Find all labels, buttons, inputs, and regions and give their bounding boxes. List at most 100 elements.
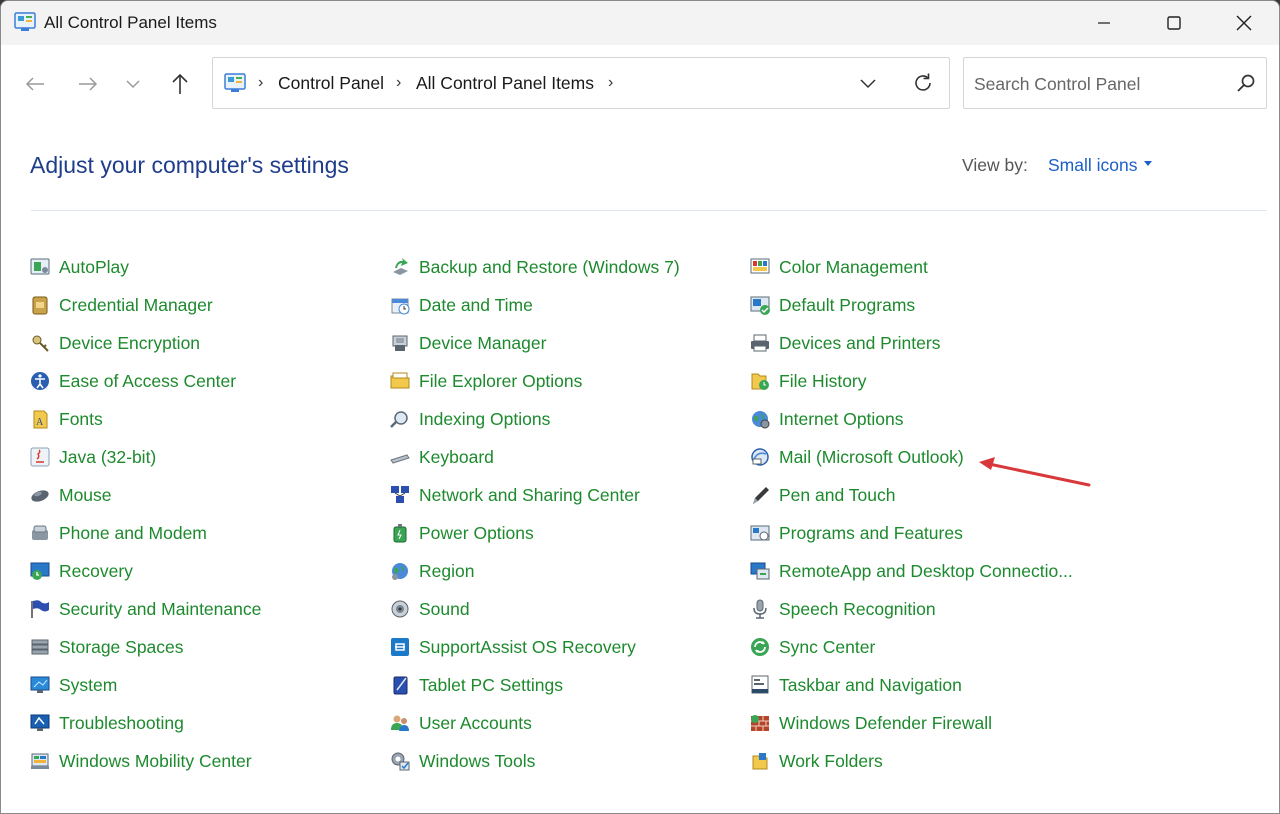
item-label: Date and Time <box>419 294 533 315</box>
item-label: Programs and Features <box>779 522 963 543</box>
item-label: File History <box>779 370 867 391</box>
control-panel-item[interactable]: Windows Mobility Center <box>29 742 389 780</box>
control-panel-item[interactable]: Keyboard <box>389 438 749 476</box>
control-panel-item[interactable]: Power Options <box>389 514 749 552</box>
control-panel-icon <box>14 12 36 31</box>
search-input[interactable] <box>974 71 1224 97</box>
fonts-icon: A <box>33 410 48 429</box>
control-panel-item[interactable]: Work Folders <box>749 742 1109 780</box>
item-label: Power Options <box>419 522 534 543</box>
control-panel-items: AutoPlay Credential Manager Device Encrypt… <box>1 248 1279 788</box>
navigation-bar: › Control Panel › All Control Panel Item… <box>1 45 1279 121</box>
control-panel-window: All Control Panel Items › Control Panel … <box>0 0 1280 814</box>
breadcrumb-separator-icon[interactable]: › <box>258 74 263 92</box>
control-panel-item[interactable]: File Explorer Options <box>389 362 749 400</box>
minimize-button[interactable] <box>1069 1 1139 45</box>
control-panel-icon <box>224 73 246 92</box>
item-label: RemoteApp and Desktop Connectio... <box>779 560 1073 581</box>
network-icon <box>391 486 409 503</box>
item-label: SupportAssist OS Recovery <box>419 636 636 657</box>
control-panel-item[interactable]: Phone and Modem <box>29 514 389 552</box>
pen-icon <box>753 487 769 504</box>
control-panel-item[interactable]: Default Programs <box>749 286 1109 324</box>
control-panel-item[interactable]: Recovery <box>29 552 389 590</box>
control-panel-item[interactable]: Date and Time <box>389 286 749 324</box>
control-panel-item[interactable]: System <box>29 666 389 704</box>
item-label: File Explorer Options <box>419 370 583 391</box>
title-bar[interactable]: All Control Panel Items <box>1 1 1279 45</box>
internet-options-icon <box>752 411 770 429</box>
file-history-icon <box>751 373 769 390</box>
troubleshooting-icon <box>30 714 50 731</box>
remoteapp-icon <box>750 562 770 580</box>
control-panel-item[interactable]: Color Management <box>749 248 1109 286</box>
user-accounts-icon <box>391 715 409 731</box>
control-panel-item[interactable]: Sync Center <box>749 628 1109 666</box>
item-label: Security and Maintenance <box>59 598 262 619</box>
region-globe-icon <box>392 563 408 580</box>
item-label: Work Folders <box>779 750 883 771</box>
item-label: Default Programs <box>779 294 916 315</box>
item-label: Device Manager <box>419 332 547 353</box>
arrow-up-icon <box>172 73 188 94</box>
backup-restore-icon <box>393 258 408 275</box>
control-panel-item[interactable]: Speech Recognition <box>749 590 1109 628</box>
control-panel-item[interactable]: SupportAssist OS Recovery <box>389 628 749 666</box>
forward-button[interactable] <box>71 67 105 101</box>
item-label: Windows Defender Firewall <box>779 712 992 733</box>
control-panel-item[interactable]: Java (32-bit) <box>29 438 389 476</box>
java-icon <box>30 447 50 467</box>
control-panel-item[interactable]: Windows Defender Firewall <box>749 704 1109 742</box>
control-panel-item[interactable]: Device Encryption <box>29 324 389 362</box>
microphone-icon <box>753 599 767 619</box>
address-bar[interactable]: › Control Panel › All Control Panel Item… <box>212 57 950 109</box>
control-panel-item[interactable]: Devices and Printers <box>749 324 1109 362</box>
item-label: Internet Options <box>779 408 904 429</box>
control-panel-item[interactable]: Region <box>389 552 749 590</box>
caret-down-icon[interactable] <box>1144 161 1152 166</box>
control-panel-item[interactable]: Credential Manager <box>29 286 389 324</box>
control-panel-item[interactable]: Programs and Features <box>749 514 1109 552</box>
control-panel-item[interactable]: A Fonts <box>29 400 389 438</box>
control-panel-item[interactable]: User Accounts <box>389 704 749 742</box>
taskbar-icon <box>751 675 769 694</box>
up-button[interactable] <box>163 67 197 101</box>
maximize-button[interactable] <box>1139 1 1209 45</box>
control-panel-item[interactable]: Windows Tools <box>389 742 749 780</box>
control-panel-item[interactable]: Backup and Restore (Windows 7) <box>389 248 749 286</box>
item-label: Ease of Access Center <box>59 370 237 391</box>
mail-icon <box>751 448 769 466</box>
control-panel-item[interactable]: File History <box>749 362 1109 400</box>
control-panel-item[interactable]: Storage Spaces <box>29 628 389 666</box>
control-panel-item[interactable]: Mouse <box>29 476 389 514</box>
control-panel-item[interactable]: Ease of Access Center <box>29 362 389 400</box>
refresh-icon[interactable] <box>911 71 935 95</box>
breadcrumb-control-panel[interactable]: Control Panel <box>278 73 384 94</box>
control-panel-item[interactable]: Device Manager <box>389 324 749 362</box>
header-divider <box>31 210 1267 211</box>
item-label: Color Management <box>779 256 928 277</box>
breadcrumb-separator-icon[interactable]: › <box>396 74 401 92</box>
control-panel-item[interactable]: Indexing Options <box>389 400 749 438</box>
control-panel-item[interactable]: AutoPlay <box>29 248 389 286</box>
control-panel-item[interactable]: Troubleshooting <box>29 704 389 742</box>
ease-of-access-icon <box>31 372 49 390</box>
close-button[interactable] <box>1209 1 1279 45</box>
control-panel-item[interactable]: Taskbar and Navigation <box>749 666 1109 704</box>
view-by-dropdown[interactable]: Small icons <box>1048 155 1137 176</box>
chevron-down-icon[interactable] <box>857 72 879 94</box>
window-title: All Control Panel Items <box>44 13 217 32</box>
programs-features-icon <box>750 525 770 541</box>
control-panel-item[interactable]: RemoteApp and Desktop Connectio... <box>749 552 1109 590</box>
control-panel-item[interactable]: Tablet PC Settings <box>389 666 749 704</box>
control-panel-item[interactable]: Network and Sharing Center <box>389 476 749 514</box>
search-box[interactable] <box>963 57 1267 109</box>
control-panel-item[interactable]: Security and Maintenance <box>29 590 389 628</box>
search-icon[interactable] <box>1236 73 1256 93</box>
control-panel-item[interactable]: Sound <box>389 590 749 628</box>
control-panel-item[interactable]: Internet Options <box>749 400 1109 438</box>
recent-locations-button[interactable] <box>116 67 150 101</box>
breadcrumb-separator-icon[interactable]: › <box>608 74 613 92</box>
back-button[interactable] <box>18 67 52 101</box>
breadcrumb-all-items[interactable]: All Control Panel Items <box>416 73 594 94</box>
